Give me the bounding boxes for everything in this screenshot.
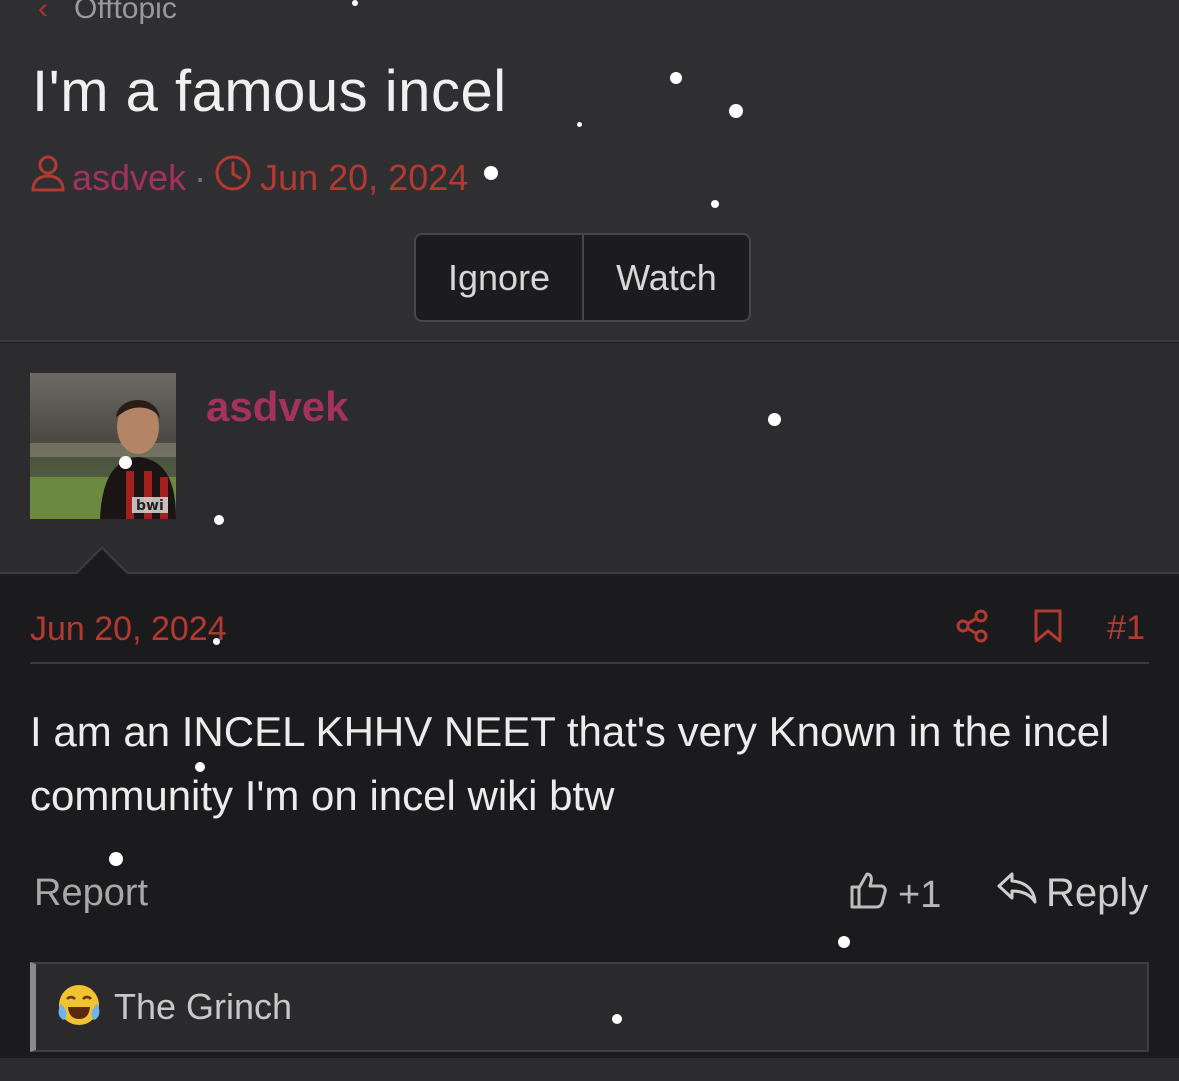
snow-particle	[214, 515, 224, 525]
snow-particle	[484, 166, 498, 180]
avatar-sponsor-text: bwi	[136, 498, 164, 514]
reply-button[interactable]: Reply	[996, 870, 1148, 916]
report-link[interactable]: Report	[34, 872, 148, 915]
thread-meta: asdvek · Jun 20, 2024	[30, 154, 468, 201]
post-divider	[30, 662, 1149, 664]
thumbs-up-icon[interactable]	[848, 870, 888, 920]
snow-particle	[119, 456, 132, 469]
chevron-left-icon[interactable]: ‹	[38, 0, 48, 26]
thread-date[interactable]: Jun 20, 2024	[260, 157, 468, 199]
share-icon[interactable]	[955, 609, 989, 648]
post-number-link[interactable]: #1	[1107, 609, 1145, 648]
ignore-button[interactable]: Ignore	[416, 235, 582, 320]
laughing-crying-emoji-icon	[56, 982, 102, 1033]
avatar[interactable]: bwi	[30, 373, 176, 519]
snow-particle	[195, 762, 205, 772]
snow-particle	[768, 413, 781, 426]
snow-particle	[213, 638, 220, 645]
thread-title: I'm a famous incel	[32, 59, 507, 124]
post-username[interactable]: asdvek	[206, 383, 348, 431]
breadcrumb[interactable]: ‹ Offtopic	[38, 0, 177, 26]
snow-particle	[352, 0, 358, 6]
snow-particle	[838, 936, 850, 948]
reacted-by-name[interactable]: The Grinch	[114, 986, 292, 1028]
reactions-list[interactable]: The Grinch	[30, 962, 1149, 1052]
post-header-actions: #1	[955, 608, 1145, 649]
snow-particle	[711, 200, 719, 208]
snow-particle	[577, 122, 582, 127]
snow-particle	[109, 852, 123, 866]
snow-particle	[612, 1014, 622, 1024]
post-date[interactable]: Jun 20, 2024	[30, 610, 227, 649]
like-button[interactable]: +1	[848, 870, 941, 920]
breadcrumb-label[interactable]: Offtopic	[74, 0, 177, 26]
reply-icon[interactable]	[996, 870, 1038, 916]
snow-particle	[729, 104, 743, 118]
snow-particle	[670, 72, 682, 84]
meta-separator: ·	[194, 156, 207, 198]
bottom-strip	[0, 1058, 1179, 1081]
bookmark-icon[interactable]	[1033, 608, 1063, 649]
clock-icon	[214, 154, 252, 201]
thread-header: ‹ Offtopic I'm a famous incel asdvek · J…	[0, 0, 1179, 342]
thread-actions: Ignore Watch	[414, 233, 751, 322]
thread-author-link[interactable]: asdvek	[72, 157, 186, 199]
post-user-bar: bwi asdvek	[0, 343, 1179, 574]
user-bar-pointer	[74, 546, 130, 575]
user-icon	[30, 154, 66, 201]
reaction-count: +1	[898, 873, 942, 916]
reply-label[interactable]: Reply	[1046, 871, 1148, 916]
watch-button[interactable]: Watch	[582, 235, 749, 320]
